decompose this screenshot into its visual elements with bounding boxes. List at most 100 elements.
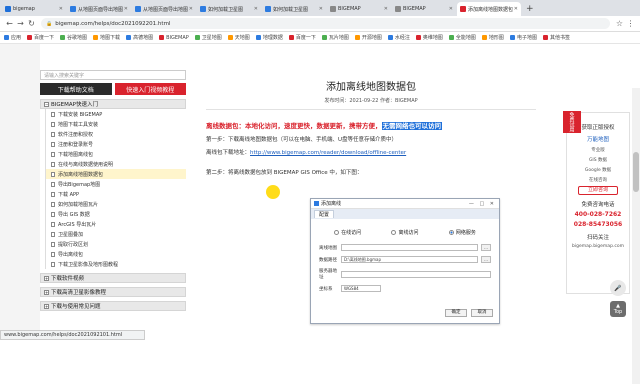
- back-to-top-button[interactable]: ▲ Top: [610, 301, 626, 317]
- bookmark-item[interactable]: 地理数据: [255, 34, 283, 41]
- bookmark-item[interactable]: 百度一下: [27, 34, 54, 41]
- bookmark-item[interactable]: 地形图: [481, 34, 504, 41]
- doc-tree: 下载安装 BIGEMAP 地图下载工具安装 软件注册和授权注册和登录账号 下载地图离线…: [45, 109, 186, 269]
- sidebar-doc-item[interactable]: 卫星图叠加: [46, 229, 186, 239]
- tab-label: 从地图页面导出地图: [143, 6, 189, 13]
- download-docs-button[interactable]: 下载帮助文档: [40, 83, 112, 95]
- close-icon[interactable]: ✕: [449, 6, 453, 12]
- sidebar-doc-item[interactable]: 导出Bigemap地图: [46, 179, 186, 189]
- browser-tab[interactable]: 如何加载卫星图 ✕: [197, 2, 261, 16]
- field-select: WGS84: [341, 285, 381, 292]
- sidebar-doc-item[interactable]: 导出离线包: [46, 249, 186, 259]
- bookmark-item[interactable]: 电子地图: [509, 34, 537, 41]
- dialog-tabs: 配置: [311, 209, 499, 219]
- close-icon[interactable]: ✕: [189, 6, 193, 12]
- document-icon: [51, 171, 55, 177]
- page-title: 添加离线地图数据包: [326, 82, 416, 93]
- bookmark-item[interactable]: 地图下载: [93, 34, 120, 41]
- reload-icon[interactable]: ↻: [26, 19, 37, 28]
- cancel-button: 取消: [471, 309, 493, 317]
- article-meta: 发布时间：2021-09-22 作者：BIGEMAP: [324, 98, 418, 104]
- menu-icon[interactable]: ⋮: [625, 19, 636, 28]
- new-tab-button[interactable]: +: [522, 2, 538, 16]
- back-icon[interactable]: ←: [4, 19, 15, 28]
- sidebar-doc-item[interactable]: ArcGIS 导出瓦片: [46, 219, 186, 229]
- category-header[interactable]: − BIGEMAP快速入门: [40, 99, 186, 109]
- url-input[interactable]: 🔒 bigemap.com/helps/doc2021092201.html: [41, 18, 610, 29]
- category-header[interactable]: + 下载软件视频: [40, 273, 186, 283]
- bookmark-item[interactable]: 百度一下: [288, 34, 316, 41]
- close-icon[interactable]: ✕: [514, 6, 518, 12]
- step-2: 第二步：将离线数据包放到 BIGEMAP GIS Office 中，如下图：: [206, 170, 363, 176]
- sidebar-doc-item[interactable]: 导出 GIS 数据: [46, 209, 186, 219]
- site-label: bigemap.bigemap.com: [572, 244, 624, 249]
- close-icon[interactable]: ✕: [384, 6, 388, 12]
- browser-tab-active[interactable]: 添加离线地图数据包 ✕: [457, 2, 521, 16]
- browse-button: ...: [481, 244, 491, 251]
- expand-icon[interactable]: +: [44, 275, 49, 281]
- bookmark-label: 奥维地图: [422, 35, 443, 41]
- tab-label: BIGEMAP: [338, 6, 361, 12]
- bookmark-item[interactable]: BIGEMAP: [159, 35, 189, 41]
- document-icon: [51, 251, 55, 257]
- collapse-icon[interactable]: −: [44, 101, 49, 107]
- document-icon: [51, 121, 55, 127]
- sidebar-doc-item[interactable]: 注册和登录账号: [46, 139, 186, 149]
- forward-icon[interactable]: →: [15, 19, 26, 28]
- bookmark-icon: [126, 35, 132, 40]
- doc-item-label: 导出离线包: [58, 251, 84, 258]
- sidebar-doc-item[interactable]: 地图下载工具安装: [46, 119, 186, 129]
- sidebar-doc-item[interactable]: 如何加载地图瓦片: [46, 199, 186, 209]
- expand-icon[interactable]: +: [44, 303, 49, 309]
- doc-item-label: 注册和登录账号: [58, 141, 94, 148]
- category-header[interactable]: + 下载高清卫星影像教程: [40, 287, 186, 297]
- radio-online: 在线访问: [334, 229, 361, 236]
- tab-label: 如何加载卫星图: [208, 6, 244, 13]
- category-header[interactable]: + 下载与使用常见问题: [40, 301, 186, 311]
- close-icon[interactable]: ✕: [59, 6, 63, 12]
- bookmark-item[interactable]: 全能地图: [448, 34, 476, 41]
- expand-icon[interactable]: +: [44, 289, 49, 295]
- sidebar-doc-item[interactable]: 软件注册和授权: [46, 129, 186, 139]
- bookmark-icon: [481, 35, 487, 40]
- bookmark-item[interactable]: 水经注: [387, 34, 410, 41]
- quickstart-video-button[interactable]: 快速入门视频教程: [114, 83, 186, 95]
- doc-item-label: 导出Bigemap地图: [58, 181, 101, 188]
- browser-tab[interactable]: 从地图页面导出地图 ✕: [132, 2, 196, 16]
- bookmark-item[interactable]: 瓦片地图: [321, 34, 349, 41]
- status-bar: www.bigemap.com/helps/doc2021092101.html: [0, 330, 145, 340]
- sidebar-doc-item[interactable]: 下载地图离线包: [46, 149, 186, 159]
- bookmark-item[interactable]: 天地图: [227, 34, 250, 41]
- field-row: 服务器地址: [319, 268, 491, 280]
- bookmark-item[interactable]: 应用: [4, 34, 21, 41]
- bookmark-item[interactable]: 卫星地图: [194, 34, 222, 41]
- bookmark-item[interactable]: 其他书签: [542, 34, 570, 41]
- browser-tab[interactable]: bigemap ✕: [2, 2, 66, 16]
- sidebar-doc-item[interactable]: 下载安装 BIGEMAP: [46, 109, 186, 119]
- bookmark-item[interactable]: 谷歌地图: [60, 34, 87, 41]
- article: 添加离线地图数据包 发布时间：2021-09-22 作者：BIGEMAP 离线数…: [206, 78, 536, 324]
- close-icon[interactable]: ✕: [319, 6, 323, 12]
- close-icon[interactable]: ✕: [254, 6, 258, 12]
- window-controls: — □ ✕: [468, 200, 496, 207]
- consult-button[interactable]: 立即咨询: [578, 186, 618, 195]
- browser-tab[interactable]: BIGEMAP ✕: [392, 2, 456, 16]
- star-icon[interactable]: ☆: [614, 19, 625, 28]
- bookmark-item[interactable]: 开源地图: [354, 34, 382, 41]
- microphone-icon[interactable]: 🎤: [610, 280, 626, 296]
- search-input[interactable]: 请输入搜索关键字: [40, 70, 186, 80]
- bookmark-label: 电子地图: [516, 35, 537, 41]
- bookmark-item[interactable]: 高德地图: [126, 34, 153, 41]
- sidebar-doc-item[interactable]: 提取行政区划: [46, 239, 186, 249]
- sidebar-doc-item[interactable]: 下载 APP: [46, 189, 186, 199]
- scrollbar-thumb[interactable]: [633, 152, 639, 192]
- sidebar-doc-item[interactable]: 在线与离线数据使用说明: [46, 159, 186, 169]
- browser-tab[interactable]: BIGEMAP ✕: [327, 2, 391, 16]
- bookmark-item[interactable]: 奥维地图: [415, 34, 443, 41]
- browser-tab[interactable]: 从地图页面导出地图 ✕: [67, 2, 131, 16]
- close-icon[interactable]: ✕: [124, 6, 128, 12]
- offline-download-link[interactable]: http://www.bigemap.com/reader/download/o…: [250, 150, 406, 156]
- sidebar-doc-item[interactable]: 下载卫星影像及地形图教程: [46, 259, 186, 269]
- browser-tab[interactable]: 如何加载卫星图 ✕: [262, 2, 326, 16]
- sidebar-doc-item[interactable]: 添加离线地图数据包: [46, 169, 186, 179]
